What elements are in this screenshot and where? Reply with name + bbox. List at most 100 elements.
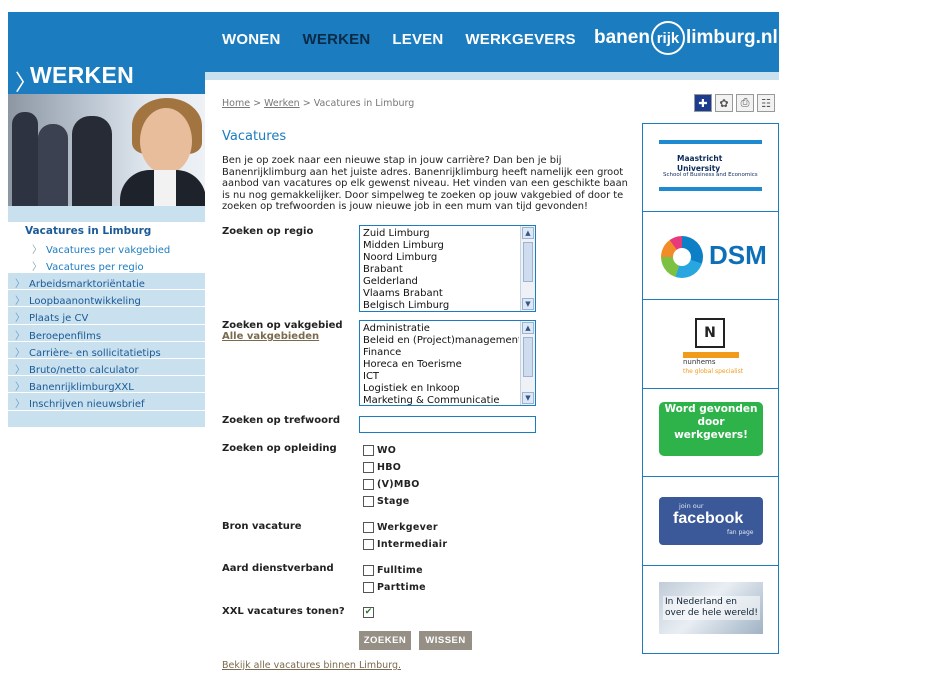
alle-vakgebieden-link[interactable]: Alle vakgebieden [222, 331, 343, 342]
regio-option[interactable]: Midden Limburg [363, 240, 519, 252]
checkbox-wo[interactable]: WO [363, 445, 396, 456]
regio-select[interactable]: Zuid Limburg Midden Limburg Noord Limbur… [359, 225, 536, 312]
scroll-down-icon[interactable]: ▼ [522, 392, 534, 404]
nav-werken[interactable]: WERKEN [303, 31, 371, 48]
vakgebied-option[interactable]: ICT [363, 371, 519, 383]
vakgebied-option[interactable]: Marketing & Communicatie [363, 395, 519, 405]
checkbox-box[interactable] [363, 582, 374, 593]
checkbox-intermediair[interactable]: Intermediair [363, 539, 447, 550]
page: WONEN WERKEN LEVEN WERKGEVERS banen rijk… [0, 0, 934, 692]
regio-option[interactable]: Belgisch Limburg [363, 300, 519, 311]
checkbox-xxl[interactable]: ✔ [363, 607, 377, 618]
regio-label: Zoeken op regio [222, 226, 314, 237]
chevron-right-icon: 〉 [15, 279, 25, 290]
scroll-up-icon[interactable]: ▲ [522, 322, 534, 334]
logo-pre: banen [594, 27, 650, 48]
sitemap-icon[interactable]: ☷ [757, 94, 775, 112]
main-nav: WONEN WERKEN LEVEN WERKGEVERS [222, 31, 598, 48]
chevron-right-icon: 〉 [15, 364, 25, 376]
checkbox-box[interactable] [363, 496, 374, 507]
vakgebied-option[interactable]: Beleid en (Project)management [363, 335, 519, 347]
sidebar-item-loopbaan[interactable]: 〉 Loopbaanontwikkeling [8, 290, 205, 308]
site-logo[interactable]: banen rijk limburg.nl [594, 18, 778, 58]
section-title: 〉 WERKEN [8, 60, 205, 96]
ad-dsm[interactable]: DSM [642, 211, 779, 300]
chevron-right-icon: 〉 [15, 313, 25, 325]
nav-wonen[interactable]: WONEN [222, 31, 281, 48]
print-icon[interactable]: ⎙ [736, 94, 754, 112]
vakgebied-label: Zoeken op vakgebied Alle vakgebieden [222, 320, 343, 342]
checkbox-box[interactable] [363, 462, 374, 473]
ad-nunhems[interactable]: N nunhems the global specialist [642, 300, 779, 389]
xxl-label: XXL vacatures tonen? [222, 606, 345, 617]
sidebar-item-arbeidsmarkt[interactable]: 〉 Arbeidsmarktoriëntatie [8, 273, 205, 291]
sidebar-item-cv[interactable]: 〉 Plaats je CV [8, 307, 205, 325]
scroll-thumb[interactable] [523, 242, 533, 282]
regio-option[interactable]: Noord Limburg [363, 252, 519, 264]
regio-option[interactable]: Vlaams Brabant [363, 288, 519, 300]
sidebar-item-nieuwsbrief[interactable]: 〉 Inschrijven nieuwsbrief [8, 393, 205, 411]
scrollbar[interactable]: ▲ ▼ [520, 321, 535, 405]
aard-label: Aard dienstverband [222, 563, 334, 574]
ad-word-gevonden[interactable]: Word gevonden door werkgevers! [642, 388, 779, 477]
ad-nunhems-name: nunhems [683, 358, 716, 366]
scroll-up-icon[interactable]: ▲ [522, 227, 534, 239]
chevron-right-icon: 〉 [15, 347, 25, 359]
vakgebied-select[interactable]: Administratie Beleid en (Project)managem… [359, 320, 536, 406]
facebook-logo-icon: join our facebook fan page [659, 497, 763, 545]
sidebar-menu: 〉 Arbeidsmarktoriëntatie 〉 Loopbaanontwikk… [8, 273, 205, 427]
checkbox-fulltime[interactable]: Fulltime [363, 565, 423, 576]
checkbox-parttime[interactable]: Parttime [363, 582, 426, 593]
ad-word-text: Word gevonden door werkgevers! [659, 401, 763, 456]
checkbox-box[interactable] [363, 479, 374, 490]
scrollbar[interactable]: ▲ ▼ [520, 226, 535, 311]
sidebar-item-calculator[interactable]: 〉 Bruto/netto calculator [8, 359, 205, 377]
breadcrumb-home[interactable]: Home [222, 98, 250, 109]
bookmark-icon[interactable]: ✿ [715, 94, 733, 112]
zoeken-button[interactable]: ZOEKEN [359, 631, 411, 650]
chevron-right-icon: 〉 [32, 262, 42, 273]
checkmark-icon[interactable]: ✔ [363, 607, 374, 618]
sidebar-item-vacatures[interactable]: Vacatures in Limburg [8, 222, 205, 239]
ad-facebook[interactable]: join our facebook fan page [642, 477, 779, 566]
regio-option[interactable]: Brabant [363, 264, 519, 276]
ad-nederland[interactable]: In Nederland en over de hele wereld! [642, 565, 779, 654]
vakgebied-option[interactable]: Horeca en Toerisme [363, 359, 519, 371]
chevron-right-icon: 〉 [15, 382, 25, 394]
checkbox-werkgever[interactable]: Werkgever [363, 522, 438, 533]
checkbox-box[interactable] [363, 445, 374, 456]
sidebar-item-xxl[interactable]: 〉 BanenrijklimburgXXL [8, 376, 205, 394]
sidebar-item-tips[interactable]: 〉 Carrière- en sollicitatietips [8, 342, 205, 359]
opleiding-label: Zoeken op opleiding [222, 443, 337, 454]
uk-flag-icon[interactable]: ✚ [694, 94, 712, 112]
regio-option[interactable]: Gelderland [363, 276, 519, 288]
bron-label: Bron vacature [222, 521, 302, 532]
sidebar-item-per-vakgebied[interactable]: 〉 Vacatures per vakgebied [8, 239, 205, 256]
vakgebied-option[interactable]: Administratie [363, 323, 519, 335]
sidebar-item-per-regio[interactable]: 〉 Vacatures per regio [8, 256, 205, 273]
trefwoord-label: Zoeken op trefwoord [222, 415, 341, 426]
checkbox-vmbo[interactable]: (V)MBO [363, 479, 420, 490]
checkbox-hbo[interactable]: HBO [363, 462, 401, 473]
ad-maastricht-title: Maastricht University [677, 154, 723, 173]
scroll-thumb[interactable] [523, 337, 533, 377]
trefwoord-input[interactable] [359, 416, 536, 433]
breadcrumb-werken[interactable]: Werken [264, 98, 300, 109]
sidebar-submenu: Vacatures in Limburg 〉 Vacatures per vakg… [8, 222, 205, 273]
scroll-down-icon[interactable]: ▼ [522, 298, 534, 310]
checkbox-stage[interactable]: Stage [363, 496, 410, 507]
nav-leven[interactable]: LEVEN [392, 31, 443, 48]
nav-werkgevers[interactable]: WERKGEVERS [465, 31, 575, 48]
vakgebied-option[interactable]: Logistiek en Inkoop [363, 383, 519, 395]
wissen-button[interactable]: WISSEN [419, 631, 472, 650]
checkbox-box[interactable] [363, 539, 374, 550]
checkbox-box[interactable] [363, 565, 374, 576]
header-photo [8, 94, 205, 206]
sidebar-item-beroepenfilms[interactable]: 〉 Beroepenfilms [8, 325, 205, 342]
all-vacancies-link[interactable]: Bekijk alle vacatures binnen Limburg. [222, 660, 401, 671]
ad-maastricht[interactable]: Maastricht University School of Business… [642, 123, 779, 212]
regio-option[interactable]: Zuid Limburg [363, 228, 519, 240]
ad-dsm-name: DSM [709, 239, 767, 270]
vakgebied-option[interactable]: Finance [363, 347, 519, 359]
checkbox-box[interactable] [363, 522, 374, 533]
